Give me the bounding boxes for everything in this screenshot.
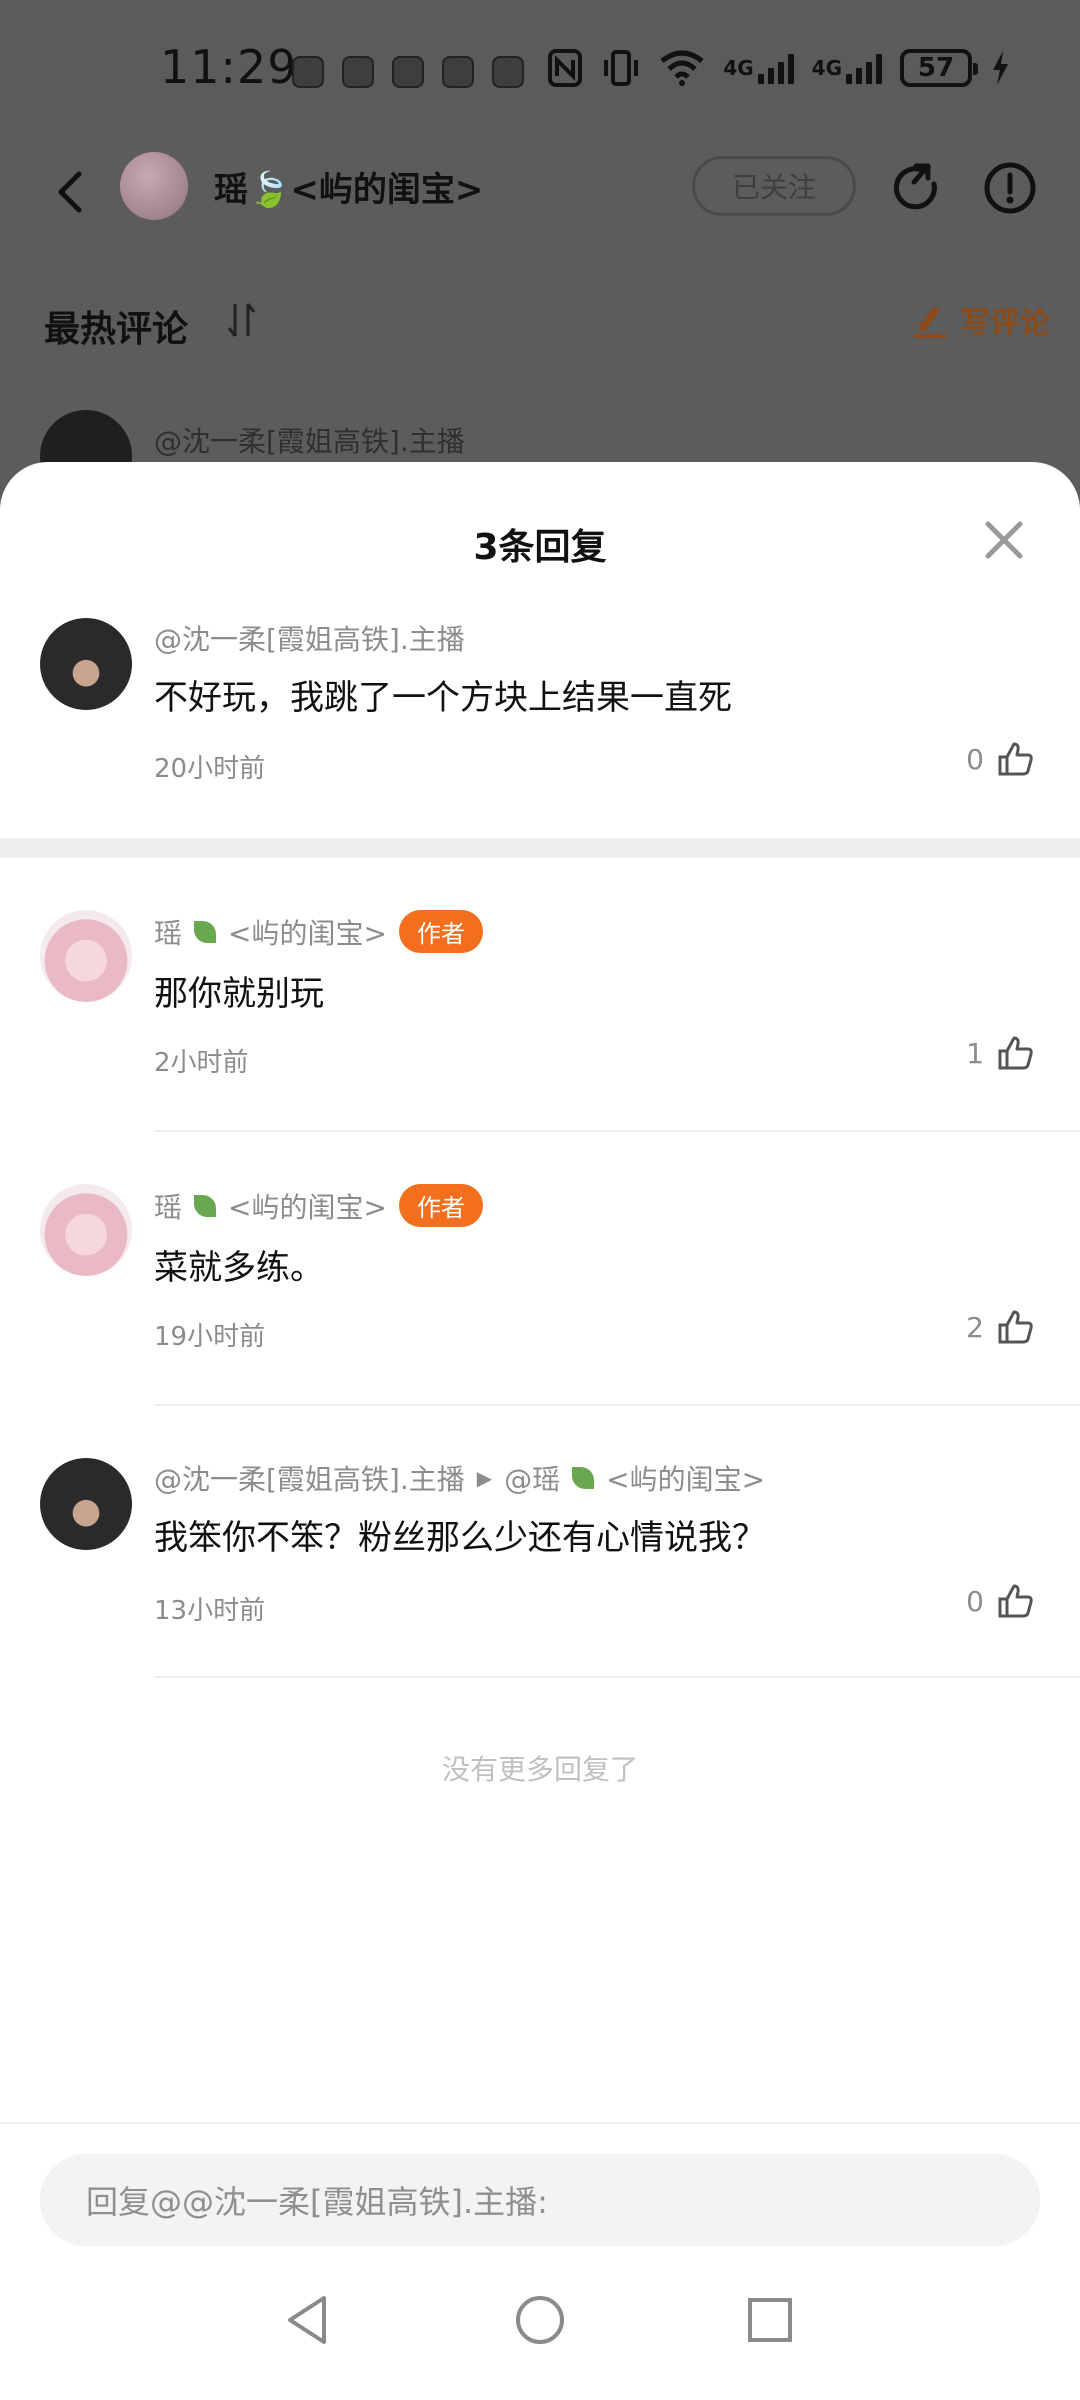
avatar[interactable] <box>40 1458 132 1550</box>
battery-indicator: 57 <box>900 49 978 87</box>
author-name: 瑶 <box>154 1190 183 1224</box>
sheet-title: 3条回复 <box>473 527 607 568</box>
nav-back-icon[interactable] <box>278 2290 338 2350</box>
share-icon <box>893 163 937 210</box>
reply-arrow-icon: ▶ <box>476 1466 493 1490</box>
reply-item[interactable]: 瑶 <屿的闺宝> 作者 菜就多练。 19小时前 2 <box>0 1184 1080 1424</box>
network-type-label: 4G <box>723 56 754 80</box>
replies-sheet: 3条回复 @沈一柔[霞姐高铁].主播 不好玩，我跳了一个方块上结果一直死 20小… <box>0 462 1080 2400</box>
comment-time: 19小时前 <box>154 1322 266 1352</box>
notification-icon <box>392 56 424 88</box>
close-button[interactable] <box>982 518 1026 562</box>
status-bar: 11:29 4G 4G 57 <box>0 0 1080 140</box>
header-avatar[interactable] <box>120 152 188 220</box>
reply-divider <box>154 1130 1080 1132</box>
comment-author[interactable]: @沈一柔[霞姐高铁].主播 ▶ @瑶 <屿的闺宝> <box>154 1458 765 1498</box>
author-name: 瑶 <box>154 916 183 950</box>
thumbs-up-icon <box>998 1584 1033 1618</box>
system-nav-bar <box>0 2252 1080 2400</box>
back-button[interactable] <box>40 162 100 222</box>
signal-1: 4G <box>723 52 794 84</box>
comment-text: 那你就别玩 <box>154 974 324 1014</box>
write-comment-button[interactable]: 写评论 <box>910 298 1050 342</box>
thumbs-up-icon <box>998 1310 1033 1344</box>
pen-icon <box>914 306 946 338</box>
like-button[interactable]: 1 <box>966 1034 1034 1072</box>
thumbs-up-icon <box>998 1036 1033 1070</box>
reply-item[interactable]: @沈一柔[霞姐高铁].主播 ▶ @瑶 <屿的闺宝> 我笨你不笨？粉丝那么少还有心… <box>0 1458 1080 1698</box>
author-badge: 作者 <box>398 910 483 953</box>
like-button[interactable]: 0 <box>966 1582 1034 1620</box>
leaf-icon <box>194 920 217 943</box>
comment-text: 我笨你不笨？粉丝那么少还有心情说我？ <box>154 1518 766 1558</box>
nfc-icon <box>548 49 583 87</box>
no-more-replies: 没有更多回复了 <box>441 1753 638 1786</box>
notification-icons <box>292 56 524 88</box>
notification-icon <box>492 56 524 88</box>
network-type-label: 4G <box>811 56 842 80</box>
like-count: 0 <box>966 1584 984 1618</box>
sort-icon[interactable] <box>226 300 258 340</box>
notification-icon <box>442 56 474 88</box>
reply-divider <box>154 1404 1080 1406</box>
background-comment-name: @沈一柔[霞姐高铁].主播 <box>154 425 465 458</box>
author-name: @沈一柔[霞姐高铁].主播 <box>154 1463 465 1496</box>
comment-time: 20小时前 <box>154 754 266 784</box>
signal-bars-icon <box>846 52 882 84</box>
comment-author[interactable]: @沈一柔[霞姐高铁].主播 <box>154 618 465 658</box>
avatar[interactable] <box>40 1184 132 1276</box>
author-name: @沈一柔[霞姐高铁].主播 <box>154 623 465 656</box>
author-name-suffix: <屿的闺宝> <box>228 1190 387 1224</box>
chevron-left-icon <box>58 171 82 213</box>
leaf-icon <box>572 1467 595 1489</box>
comment-author[interactable]: 瑶 <屿的闺宝> 作者 <box>154 1184 483 1227</box>
comment-text: 不好玩，我跳了一个方块上结果一直死 <box>154 678 732 718</box>
write-comment-label: 写评论 <box>960 306 1050 341</box>
vibrate-icon <box>604 50 639 86</box>
comment-time: 2小时前 <box>154 1048 249 1078</box>
reply-input[interactable]: 回复@@沈一柔[霞姐高铁].主播: <box>40 2154 1040 2246</box>
reply-to-suffix: <屿的闺宝> <box>606 1463 766 1496</box>
notification-icon <box>292 56 324 88</box>
section-divider <box>0 838 1080 858</box>
comment-time: 13小时前 <box>154 1596 266 1626</box>
close-icon <box>985 521 1023 559</box>
like-count: 1 <box>966 1036 984 1070</box>
like-count: 2 <box>966 1310 984 1344</box>
avatar[interactable] <box>40 910 132 1002</box>
status-indicators: 4G 4G 57 <box>547 48 1010 88</box>
leaf-icon <box>194 1194 217 1217</box>
wifi-icon <box>660 50 704 86</box>
report-button[interactable] <box>982 160 1038 216</box>
reply-to-name[interactable]: @瑶 <box>504 1458 560 1498</box>
status-time: 11:29 <box>160 40 298 94</box>
signal-2: 4G <box>812 52 882 84</box>
notification-icon <box>342 56 374 88</box>
reply-bar-divider <box>0 2122 1080 2124</box>
header-title: 瑶🍃<屿的闺宝> <box>214 170 484 210</box>
signal-bars-icon <box>757 52 794 84</box>
comment-author[interactable]: 瑶 <屿的闺宝> 作者 <box>154 910 483 953</box>
thumbs-up-icon <box>998 742 1033 776</box>
nav-home-icon[interactable] <box>510 2290 570 2350</box>
author-name-suffix: <屿的闺宝> <box>228 916 387 950</box>
nav-recents-icon[interactable] <box>740 2290 800 2350</box>
follow-button[interactable]: 已关注 <box>692 156 856 216</box>
like-button[interactable]: 2 <box>966 1308 1034 1346</box>
like-button[interactable]: 0 <box>966 740 1034 778</box>
share-button[interactable] <box>888 160 944 216</box>
reply-divider <box>154 1676 1080 1678</box>
charging-icon <box>993 51 1008 85</box>
info-icon <box>984 162 1036 214</box>
root-comment[interactable]: @沈一柔[霞姐高铁].主播 不好玩，我跳了一个方块上结果一直死 20小时前 0 <box>0 618 1080 858</box>
section-title: 最热评论 <box>44 309 189 350</box>
author-badge: 作者 <box>398 1184 483 1227</box>
like-count: 0 <box>966 742 984 776</box>
comment-text: 菜就多练。 <box>154 1248 324 1288</box>
reply-item[interactable]: 瑶 <屿的闺宝> 作者 那你就别玩 2小时前 1 <box>0 910 1080 1150</box>
page-header: 瑶🍃<屿的闺宝> 已关注 最热评论 写评论 <box>0 140 1080 350</box>
avatar[interactable] <box>40 618 132 710</box>
